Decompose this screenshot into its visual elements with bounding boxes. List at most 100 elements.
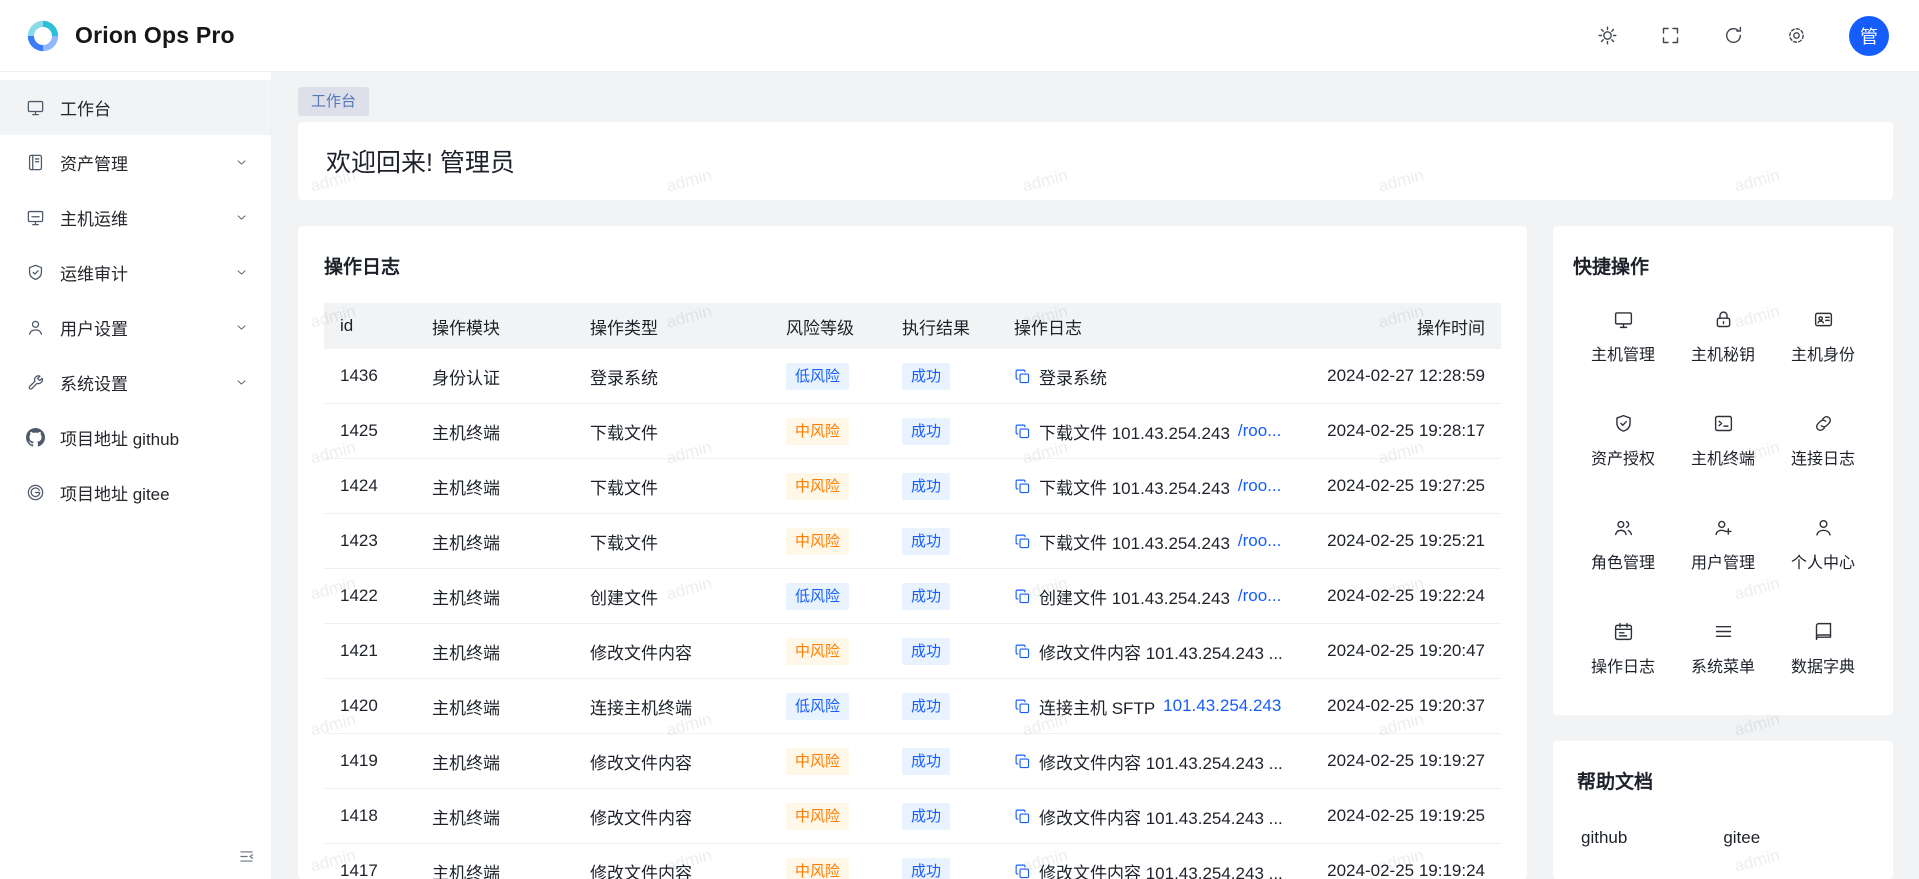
copy-icon [1014,478,1031,495]
quick-action-label: 主机终端 [1691,445,1755,469]
sidebar-item-label: 运维审计 [60,260,219,285]
copy-button[interactable] [1014,533,1031,550]
log-link[interactable]: /roo... [1238,421,1281,441]
cell-type: 下载文件 [574,404,770,459]
menu-fold-button[interactable] [238,848,255,865]
risk-badge: 中风险 [786,473,849,500]
cell-result: 成功 [886,789,998,844]
risk-badge: 低风险 [786,693,849,720]
quick-action-label: 主机秘钥 [1691,341,1755,365]
sidebar-item-workbench[interactable]: 工作台 [0,80,271,135]
welcome-title: 欢迎回来! 管理员 [326,143,515,179]
app-logo: Orion Ops Pro [24,17,235,55]
copy-button[interactable] [1014,478,1031,495]
sidebar-item-label: 项目地址 gitee [60,480,249,505]
sidebar-item-user-settings[interactable]: 用户设置 [0,300,271,355]
log-link[interactable]: /roo... [1238,476,1281,496]
monitor-icon [26,98,45,117]
quick-action-label: 系统菜单 [1691,653,1755,677]
copy-button[interactable] [1014,588,1031,605]
sidebar-item-label: 主机运维 [60,205,219,230]
help-links: github gitee [1577,828,1869,848]
sidebar-item-label: 工作台 [60,95,249,120]
quick-action-user-manage[interactable]: 用户管理 [1673,517,1773,573]
copy-button[interactable] [1014,808,1031,825]
cell-risk: 中风险 [770,624,886,679]
cell-risk: 中风险 [770,789,886,844]
quick-action-data-dict[interactable]: 数据字典 [1773,621,1873,677]
sidebar-item-system-settings[interactable]: 系统设置 [0,355,271,410]
sidebar-item-asset-management[interactable]: 资产管理 [0,135,271,190]
quick-action-host-manage[interactable]: 主机管理 [1573,309,1673,365]
quick-action-label: 个人中心 [1791,549,1855,573]
risk-badge: 中风险 [786,803,849,830]
quick-action-operation-log[interactable]: 操作日志 [1573,621,1673,677]
result-badge: 成功 [902,473,950,500]
sidebar-item-project-gitee[interactable]: 项目地址 gitee [0,465,271,520]
sidebar-item-host-ops[interactable]: 主机运维 [0,190,271,245]
cell-log: 修改文件内容 101.43.254.243 ... [998,789,1289,844]
cell-risk: 中风险 [770,844,886,879]
quick-action-host-key[interactable]: 主机秘钥 [1673,309,1773,365]
user-icon [1813,517,1834,538]
column-header: 风险等级 [770,303,886,349]
quick-action-asset-auth[interactable]: 资产授权 [1573,413,1673,469]
copy-button[interactable] [1014,863,1031,879]
tab-workbench[interactable]: 工作台 [298,87,369,116]
log-link[interactable]: /roo... [1238,531,1281,551]
copy-icon [1014,533,1031,550]
sidebar-item-project-github[interactable]: 项目地址 github [0,410,271,465]
cell-result: 成功 [886,349,998,404]
log-table-row: 1417主机终端修改文件内容中风险成功修改文件内容 101.43.254.243… [324,844,1501,879]
cell-result: 成功 [886,844,998,879]
log-text: 下载文件 101.43.254.243 [1039,529,1230,554]
cell-module: 主机终端 [416,679,574,734]
copy-button[interactable] [1014,698,1031,715]
quick-actions-grid: 主机管理主机秘钥主机身份资产授权 主机终端连接日志角色管理用户管理个人中心操作日志… [1573,309,1873,677]
quick-action-label: 资产授权 [1591,445,1655,469]
copy-button[interactable] [1014,368,1031,385]
help-link-gitee[interactable]: gitee [1723,828,1760,848]
monitor-icon [1613,309,1634,330]
cell-risk: 中风险 [770,514,886,569]
right-column: 快捷操作 主机管理主机秘钥主机身份资产授权主机终端连接日志角色管理用户管理个人中… [1553,226,1893,879]
settings-button[interactable] [1786,25,1807,46]
result-badge: 成功 [902,418,950,445]
log-text: 创建文件 101.43.254.243 [1039,584,1230,609]
theme-toggle-button[interactable] [1597,25,1618,46]
cell-log: 创建文件 101.43.254.243/roo... [998,569,1289,624]
copy-icon [1014,863,1031,879]
quick-action-connect-log[interactable]: 连接日志 [1773,413,1873,469]
log-link[interactable]: 101.43.254.243 [1163,696,1281,716]
fullscreen-button[interactable] [1660,25,1681,46]
risk-badge: 中风险 [786,418,849,445]
cell-time: 2024-02-27 12:28:59 [1289,349,1501,404]
cell-module: 主机终端 [416,459,574,514]
copy-button[interactable] [1014,423,1031,440]
copy-icon [1014,368,1031,385]
help-card-title: 帮助文档 [1577,767,1869,794]
cell-type: 登录系统 [574,349,770,404]
refresh-button[interactable] [1723,25,1744,46]
welcome-card: 欢迎回来! 管理员 [298,122,1893,200]
cell-type: 下载文件 [574,459,770,514]
copy-button[interactable] [1014,643,1031,660]
copy-button[interactable] [1014,753,1031,770]
log-link[interactable]: /roo... [1238,586,1281,606]
cell-id: 1420 [324,679,416,734]
quick-action-system-menu[interactable]: 系统菜单 [1673,621,1773,677]
quick-action-role-manage[interactable]: 角色管理 [1573,517,1673,573]
copy-icon [1014,808,1031,825]
chevron-down-icon [234,375,249,390]
help-link-github[interactable]: github [1581,828,1627,848]
quick-action-host-identity[interactable]: 主机身份 [1773,309,1873,365]
quick-action-host-terminal[interactable]: 主机终端 [1673,413,1773,469]
app-root: Orion Ops Pro 管 工作台资产管理主机运维运维审计用户设置系统设置项… [0,0,1919,879]
quick-action-personal-center[interactable]: 个人中心 [1773,517,1873,573]
user-avatar[interactable]: 管 [1849,16,1889,56]
sidebar-item-ops-audit[interactable]: 运维审计 [0,245,271,300]
notebook-icon [26,153,45,172]
column-header: 操作模块 [416,303,574,349]
log-table-row: 1436身份认证登录系统低风险成功登录系统2024-02-27 12:28:59 [324,349,1501,404]
cell-id: 1423 [324,514,416,569]
